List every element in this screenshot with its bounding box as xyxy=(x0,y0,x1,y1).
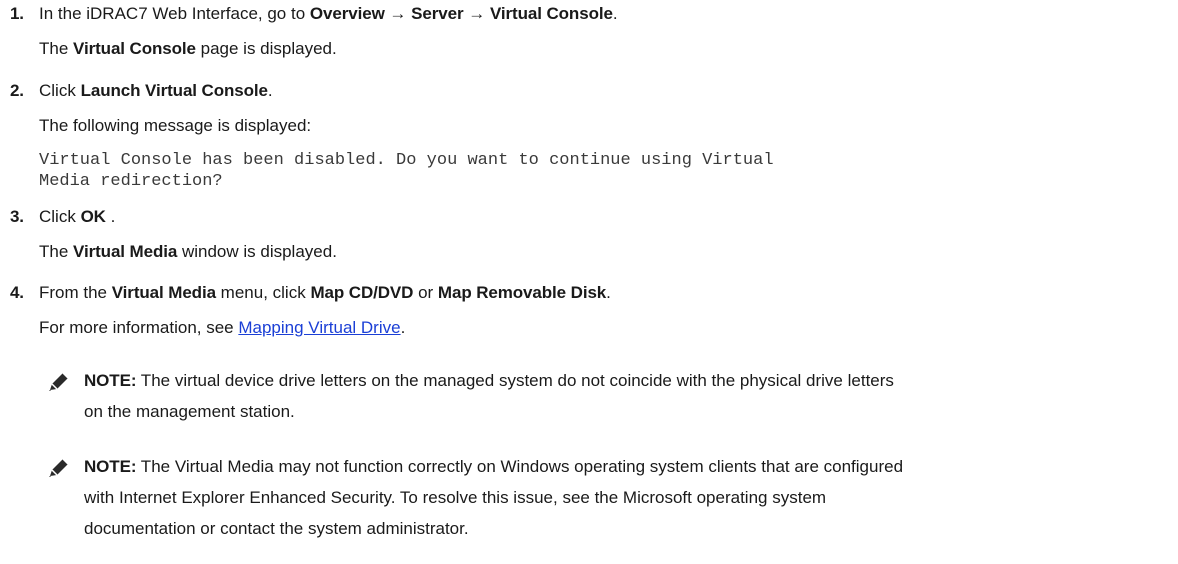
note-label: NOTE: xyxy=(84,457,137,476)
message-line-1: Virtual Console has been disabled. Do yo… xyxy=(39,151,774,170)
text: . xyxy=(612,4,618,23)
note-2: NOTE: The Virtual Media may not function… xyxy=(84,455,1169,541)
button-ok: OK xyxy=(80,207,106,226)
note-1-line-1: NOTE: The virtual device drive letters o… xyxy=(84,369,1169,393)
step-number: 1. xyxy=(10,4,24,23)
step-number: 4. xyxy=(10,283,24,302)
text: or xyxy=(413,283,438,302)
step-1-instruction: In the iDRAC7 Web Interface, go to Overv… xyxy=(39,2,618,26)
text: The xyxy=(39,39,74,58)
note-2-line-3: documentation or contact the system admi… xyxy=(84,519,469,538)
text: . xyxy=(606,283,611,302)
menu-overview: Overview xyxy=(309,4,385,23)
mapping-virtual-drive-link[interactable]: Mapping Virtual Drive xyxy=(238,318,400,337)
text: menu, click xyxy=(215,283,311,302)
step-4-more-info: For more information, see Mapping Virtua… xyxy=(39,316,405,340)
text: Click xyxy=(39,207,81,226)
arrow: → xyxy=(384,4,412,23)
note-2-line-2: with Internet Explorer Enhanced Security… xyxy=(84,488,827,507)
note-1-line-2: on the management station. xyxy=(84,402,295,421)
step-2-result: The following message is displayed: xyxy=(39,116,312,135)
step-number: 2. xyxy=(10,81,24,100)
text: From the xyxy=(39,283,112,302)
message-line-2: Media redirection? xyxy=(39,172,223,191)
note-pencil-icon xyxy=(49,458,69,477)
step-2-instruction: Click Launch Virtual Console. xyxy=(39,79,273,103)
note-1: NOTE: The virtual device drive letters o… xyxy=(84,369,1169,424)
note-label: NOTE: xyxy=(84,371,137,390)
text: The virtual device drive letters on the … xyxy=(136,371,894,390)
step-3-instruction: Click OK . xyxy=(39,205,115,229)
option-map-removable-disk: Map Removable Disk xyxy=(437,283,607,302)
menu-server: Server xyxy=(411,4,464,23)
text: The Virtual Media may not function corre… xyxy=(136,457,904,476)
step-number: 3. xyxy=(10,207,24,226)
text: The xyxy=(39,242,74,261)
text: window is displayed. xyxy=(177,242,337,261)
menu-virtual-media: Virtual Media xyxy=(111,283,216,302)
text: . xyxy=(267,81,273,100)
text: . xyxy=(400,318,406,337)
step-1-result: The Virtual Console page is displayed. xyxy=(39,37,337,61)
button-launch-virtual-console: Launch Virtual Console xyxy=(80,81,268,100)
page-virtual-console: Virtual Console xyxy=(73,39,196,58)
note-pencil-icon xyxy=(49,372,69,391)
step-4-instruction: From the Virtual Media menu, click Map C… xyxy=(39,281,611,305)
note-2-line-1: NOTE: The Virtual Media may not function… xyxy=(84,455,1169,479)
text: In the iDRAC7 Web Interface, go to xyxy=(39,4,310,23)
option-map-cd-dvd: Map CD/DVD xyxy=(310,283,414,302)
menu-virtual-console: Virtual Console xyxy=(489,4,613,23)
text: For more information, see xyxy=(39,318,239,337)
arrow: → xyxy=(463,4,490,23)
text: Click xyxy=(39,81,81,100)
document-page: 1. In the iDRAC7 Web Interface, go to Ov… xyxy=(0,0,1178,564)
text: page is displayed. xyxy=(195,39,337,58)
text: . xyxy=(105,207,116,226)
window-virtual-media: Virtual Media xyxy=(73,242,178,261)
step-3-result: The Virtual Media window is displayed. xyxy=(39,240,337,264)
